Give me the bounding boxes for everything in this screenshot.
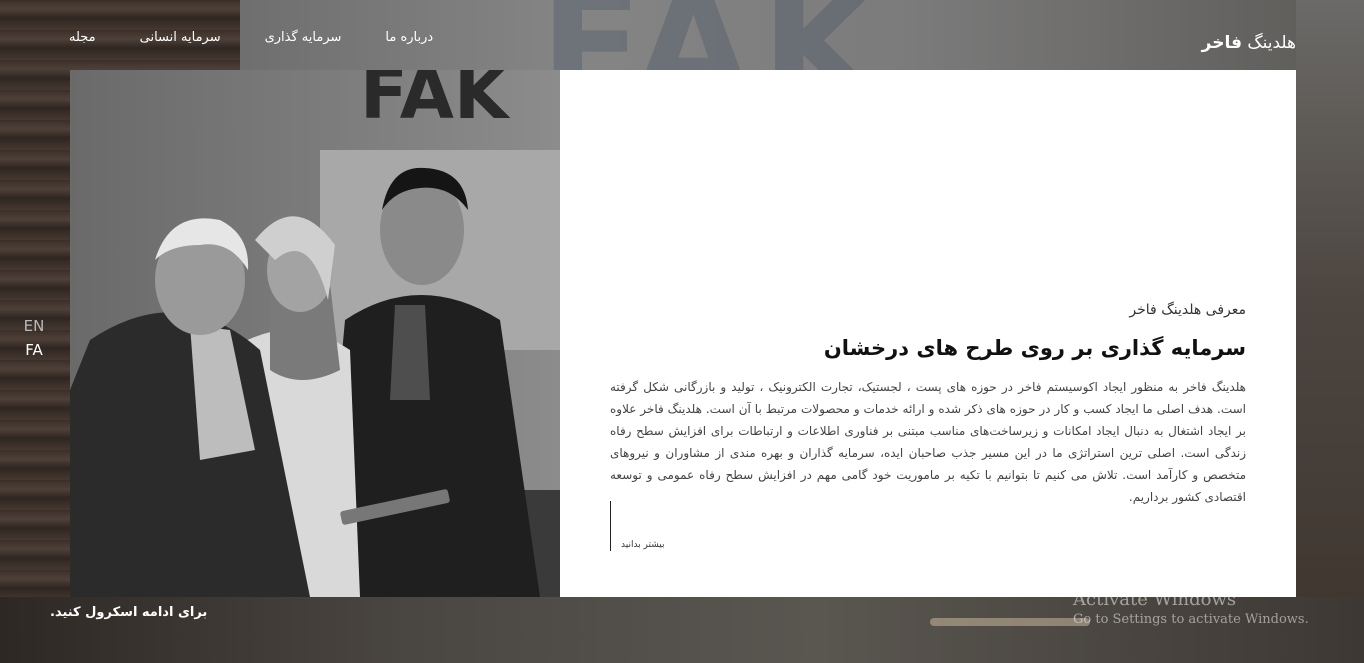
nav-item-about-us[interactable]: درباره ما — [385, 30, 433, 45]
language-en[interactable]: EN — [22, 314, 46, 338]
windows-activation-watermark: Activate Windows Go to Settings to activ… — [1073, 589, 1309, 627]
background-right-panel — [1296, 0, 1364, 663]
main-nav: مجله سرمایه انسانی سرمایه گذاری درباره م… — [69, 30, 477, 45]
scroll-hint: برای ادامه اسکرول کنید. — [50, 605, 208, 620]
nav-item-magazine[interactable]: مجله — [69, 30, 96, 45]
language-switcher: EN FA — [22, 314, 46, 362]
nav-item-investment[interactable]: سرمایه گذاری — [265, 30, 342, 45]
intro-eyebrow: معرفی هلدینگ فاخر — [1129, 302, 1246, 318]
intro-content: معرفی هلدینگ فاخر سرمایه گذاری بر روی طر… — [610, 70, 1246, 597]
intro-card: FAK معرفی هلدینگ فاخر سرمایه گذاری بر رو… — [70, 70, 1296, 597]
learn-more-link[interactable]: بیشتر بدانید — [621, 540, 664, 550]
brand-name: فاخر — [1201, 33, 1242, 53]
learn-more-divider — [610, 501, 611, 551]
language-fa[interactable]: FA — [22, 338, 46, 362]
background-lamp — [930, 618, 1090, 626]
team-photo-illustration: FAK — [70, 70, 560, 597]
brand-prefix: هلدینگ — [1247, 33, 1296, 53]
intro-title: سرمایه گذاری بر روی طرح های درخشان — [823, 336, 1246, 360]
photo-sign-text: FAK — [360, 70, 511, 135]
team-photo: FAK — [70, 70, 560, 597]
intro-description: هلدینگ فاخر به منظور ایجاد اکوسیستم فاخر… — [610, 380, 1246, 504]
watermark-line2: Go to Settings to activate Windows. — [1073, 612, 1309, 627]
nav-item-human-capital[interactable]: سرمایه انسانی — [140, 30, 221, 45]
brand-logo[interactable]: هلدینگ فاخر — [1202, 33, 1296, 53]
watermark-line1: Activate Windows — [1073, 589, 1237, 610]
